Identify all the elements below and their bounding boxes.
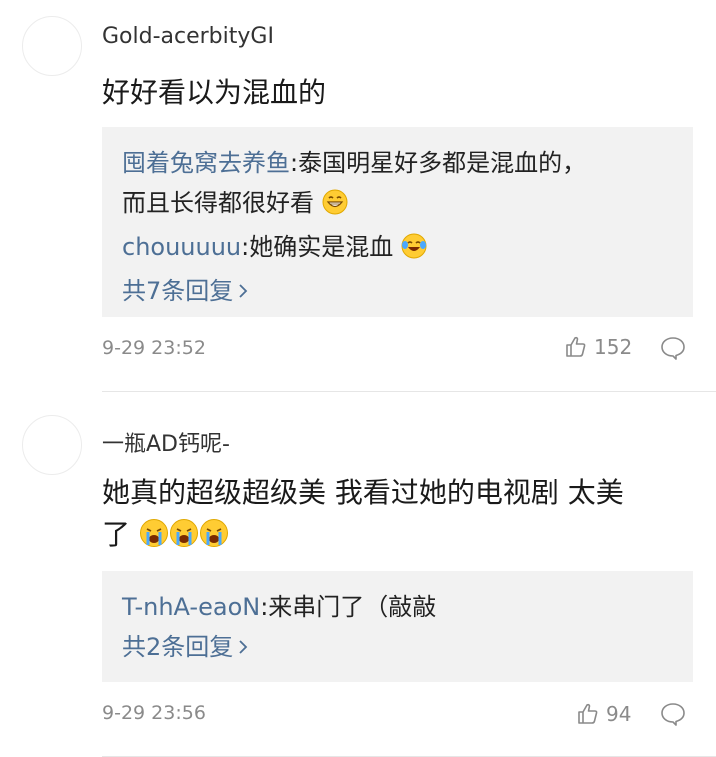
loudly-crying-emoji-icon [169, 518, 199, 560]
like-count: 94 [606, 702, 632, 726]
loudly-crying-emoji-icon [139, 518, 169, 560]
chevron-right-icon [239, 640, 248, 654]
more-replies-label[interactable]: 共7条回复 [122, 271, 233, 311]
more-replies-link[interactable]: 共2条回复 [122, 627, 675, 667]
reply-box[interactable]: T-nhA-eaoN:来串门了（敲敲 共2条回复 [102, 571, 693, 682]
reply-author[interactable]: 囤着兔窝去养鱼 [122, 149, 290, 177]
reply-item: 囤着兔窝去养鱼:泰国明星好多都是混血的， [122, 143, 675, 183]
comment-timestamp: 9-29 23:52 [102, 337, 206, 359]
comment-timestamp: 9-29 23:56 [102, 702, 206, 724]
like-button[interactable]: 94 [576, 702, 631, 726]
reply-text: 而且长得都很好看 [122, 189, 314, 217]
reply-item-continued: 而且长得都很好看 [122, 183, 675, 227]
loudly-crying-emoji-icon [199, 518, 229, 560]
tears-of-joy-emoji-icon [401, 231, 427, 271]
comment-username[interactable]: 一瓶AD钙呢- [102, 426, 230, 458]
reply-item: T-nhA-eaoN:来串门了（敲敲 [122, 587, 675, 627]
comment-bubble-icon [661, 703, 685, 726]
reply-text: :泰国明星好多都是混血的， [290, 149, 587, 177]
like-count: 152 [594, 335, 633, 359]
avatar[interactable] [22, 415, 82, 475]
comment-item: Gold-acerbityGI 好好看以为混血的 囤着兔窝去养鱼:泰国明星好多都… [0, 0, 716, 392]
comment-bubble-icon [661, 337, 685, 360]
reply-box[interactable]: 囤着兔窝去养鱼:泰国明星好多都是混血的， 而且长得都很好看 chouuuuu:她… [102, 127, 693, 317]
comment-content-line: 她真的超级超级美 我看过她的电视剧 太美 [102, 476, 624, 509]
like-button[interactable]: 152 [564, 335, 632, 359]
reply-item: chouuuuu:她确实是混血 [122, 227, 675, 271]
grinning-emoji-icon [322, 187, 348, 227]
avatar[interactable] [22, 16, 82, 76]
comment-username[interactable]: Gold-acerbityGI [102, 24, 274, 49]
thumbs-up-icon [578, 703, 598, 724]
more-replies-label[interactable]: 共2条回复 [122, 627, 233, 667]
reply-author[interactable]: chouuuuu [122, 233, 241, 261]
comment-item: 一瓶AD钙呢- 她真的超级超级美 我看过她的电视剧 太美 了 T-nhA-eao… [0, 392, 716, 757]
comment-content: 她真的超级超级美 我看过她的电视剧 太美 了 [102, 472, 697, 560]
reply-button[interactable] [660, 702, 686, 730]
comment-content-line-2: 了 [102, 514, 697, 560]
reply-text: :她确实是混血 [241, 233, 394, 261]
chevron-right-icon [239, 284, 248, 298]
reply-author[interactable]: T-nhA-eaoN [122, 593, 260, 621]
comment-content: 好好看以为混血的 [102, 76, 327, 109]
reply-text: :来串门了（敲敲 [260, 593, 437, 621]
reply-button[interactable] [660, 336, 686, 364]
more-replies-link[interactable]: 共7条回复 [122, 271, 675, 311]
thumbs-up-icon [566, 336, 586, 357]
